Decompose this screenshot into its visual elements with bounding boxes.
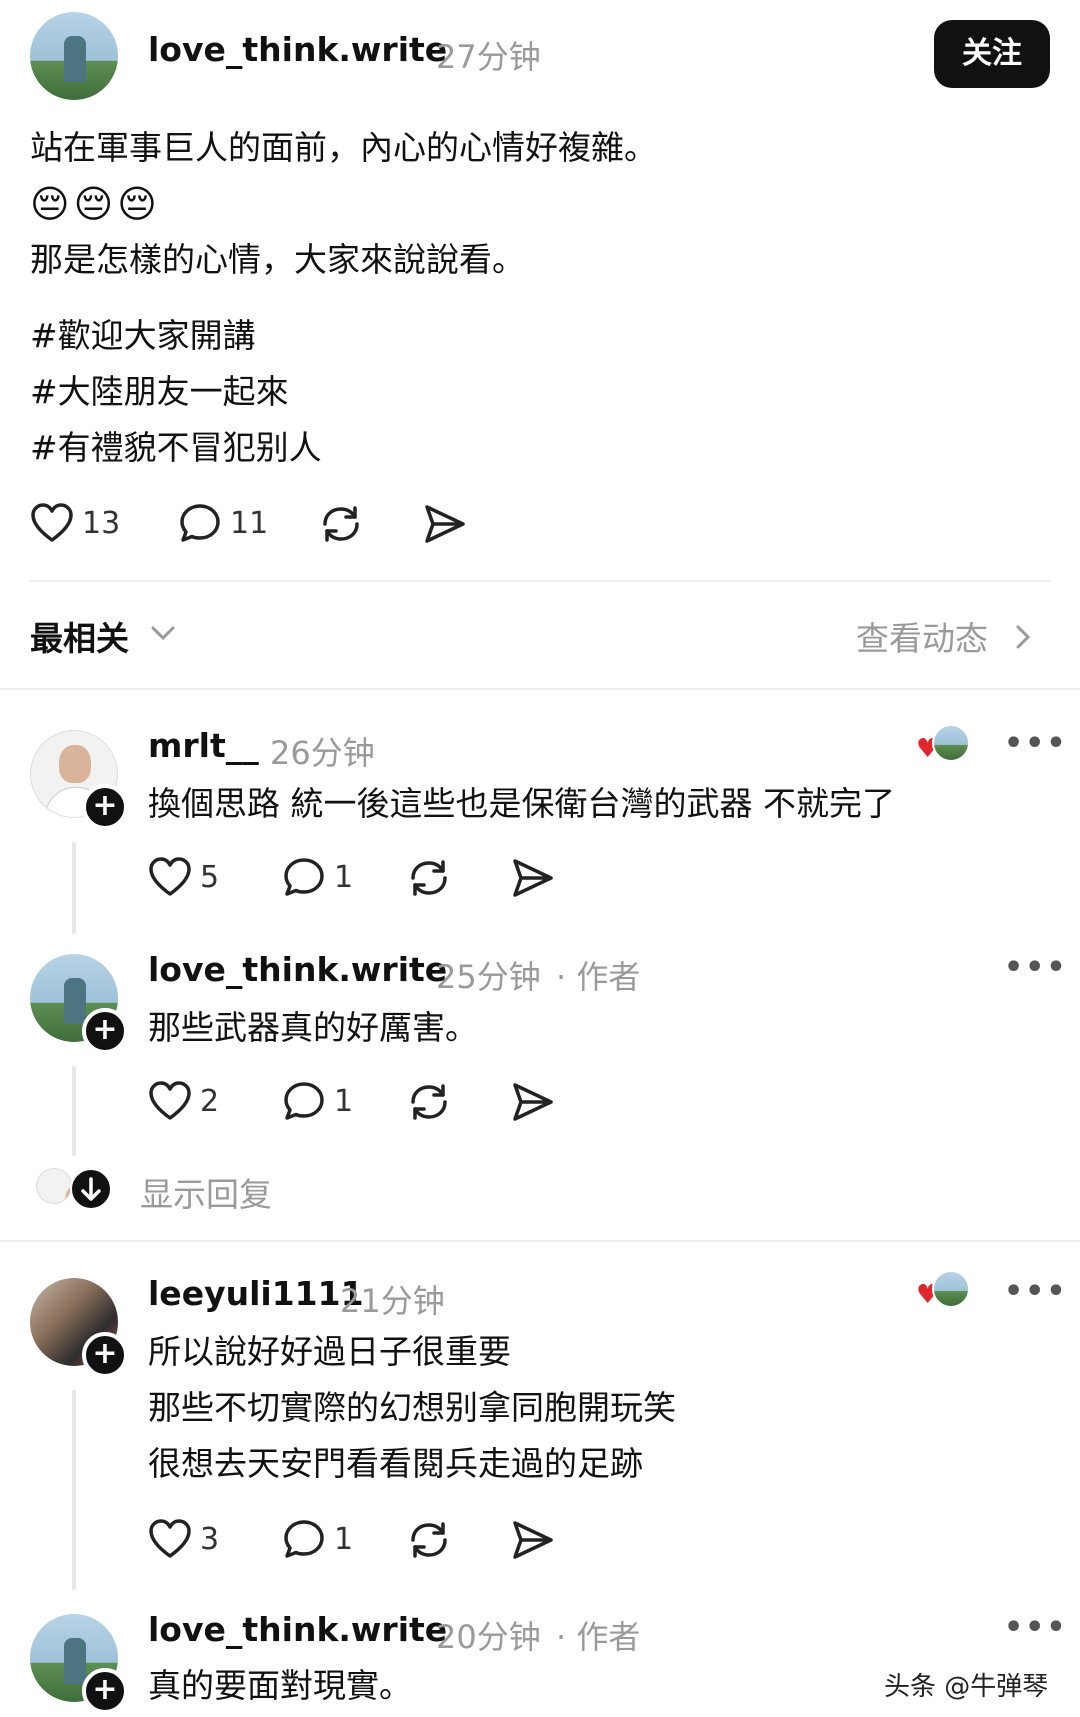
like-count: 3 [200, 1522, 220, 1557]
arrow-down-icon [70, 1168, 112, 1210]
sort-label: 最相关 [30, 619, 129, 658]
comment-time: 26分钟 [270, 734, 375, 772]
heart-icon [148, 1080, 192, 1122]
watermark: 头条 @牛弹琴 [884, 1672, 1049, 1702]
comment-text: 真的要面對現實。 [148, 1666, 412, 1705]
comment-time: 25分钟 [436, 958, 541, 996]
comment-text: 所以說好好過日子很重要 [148, 1332, 511, 1371]
author-liked-indicator: ♥ [916, 724, 976, 764]
repost-icon[interactable] [318, 502, 364, 546]
chevron-down-icon [150, 624, 176, 642]
comment-time: 20分钟 [436, 1618, 541, 1656]
follow-plus-icon[interactable]: + [82, 1008, 128, 1054]
comment-username[interactable]: leeyuli1111 [148, 1274, 364, 1313]
comment-text: 那些武器真的好厲害。 [148, 1008, 478, 1047]
like-count: 13 [82, 506, 121, 541]
comment-icon [282, 1518, 326, 1560]
more-options-icon[interactable]: ••• [1004, 1274, 1068, 1309]
view-activity-label: 查看动态 [856, 619, 988, 658]
comment-username[interactable]: love_think.write [148, 1610, 447, 1649]
like-count: 5 [200, 860, 220, 895]
follow-plus-icon[interactable]: + [82, 1332, 128, 1378]
reply-count: 1 [334, 1522, 354, 1557]
heart-icon [30, 502, 74, 544]
follow-plus-icon[interactable]: + [82, 784, 128, 830]
avatar [932, 724, 970, 762]
post-emoji-line: 😔😔😔 [30, 182, 161, 226]
author-liked-indicator: ♥ [916, 1270, 976, 1310]
comment-icon [282, 1080, 326, 1122]
post-line-1: 站在軍事巨人的面前，內心的心情好複雜。 [30, 128, 657, 167]
comment-count: 11 [230, 506, 269, 541]
chevron-right-icon [1014, 624, 1032, 650]
post-time: 27分钟 [436, 38, 541, 76]
heart-icon [148, 1518, 192, 1560]
hashtag[interactable]: #大陸朋友一起來 [30, 366, 289, 418]
more-options-icon[interactable]: ••• [1004, 950, 1068, 985]
share-icon[interactable] [510, 1518, 556, 1562]
reply-count: 1 [334, 1084, 354, 1119]
comment-text: 很想去天安門看看閱兵走過的足跡 [148, 1444, 643, 1483]
follow-plus-icon[interactable]: + [82, 1668, 128, 1714]
hashtag[interactable]: #歡迎大家開講 [30, 310, 256, 362]
repost-icon[interactable] [406, 1518, 452, 1562]
avatar [36, 1168, 72, 1204]
section-divider [0, 688, 1080, 690]
more-options-icon[interactable]: ••• [1004, 1610, 1068, 1645]
author-badge: · 作者 [556, 958, 641, 996]
comment-text: 那些不切實際的幻想别拿同胞開玩笑 [148, 1388, 676, 1427]
comment-icon [282, 856, 326, 898]
thread-line [72, 842, 76, 934]
author-badge: · 作者 [556, 1618, 641, 1656]
thread-line [72, 1390, 76, 1590]
hashtag[interactable]: #有禮貌不冒犯别人 [30, 422, 322, 474]
reply-count: 1 [334, 860, 354, 895]
more-options-icon[interactable]: ••• [1004, 726, 1068, 761]
post-line-3: 那是怎樣的心情，大家來說說看。 [30, 240, 525, 279]
comment-time: 21分钟 [340, 1282, 445, 1320]
avatar[interactable] [30, 12, 118, 100]
show-replies-button[interactable]: 显示回复 [36, 1164, 296, 1214]
sort-dropdown[interactable]: 最相关 [30, 612, 175, 660]
follow-button[interactable]: 关注 [934, 20, 1050, 88]
heart-icon [148, 856, 192, 898]
divider [30, 580, 1050, 582]
avatar [932, 1270, 970, 1308]
share-icon[interactable] [422, 502, 468, 546]
post-username[interactable]: love_think.write [148, 30, 447, 69]
like-count: 2 [200, 1084, 220, 1119]
comment-username[interactable]: mrlt__ [148, 726, 259, 765]
comment-text: 換個思路 統一後這些也是保衛台灣的武器 不就完了 [148, 784, 895, 823]
view-activity-link[interactable]: 查看动态 [856, 612, 1036, 662]
thread-line [72, 1066, 76, 1156]
repost-icon[interactable] [406, 1080, 452, 1124]
share-icon[interactable] [510, 1080, 556, 1124]
comment-icon [178, 502, 222, 544]
section-divider [0, 1240, 1080, 1242]
comment-username[interactable]: love_think.write [148, 950, 447, 989]
repost-icon[interactable] [406, 856, 452, 900]
show-replies-label: 显示回复 [140, 1175, 272, 1214]
share-icon[interactable] [510, 856, 556, 900]
